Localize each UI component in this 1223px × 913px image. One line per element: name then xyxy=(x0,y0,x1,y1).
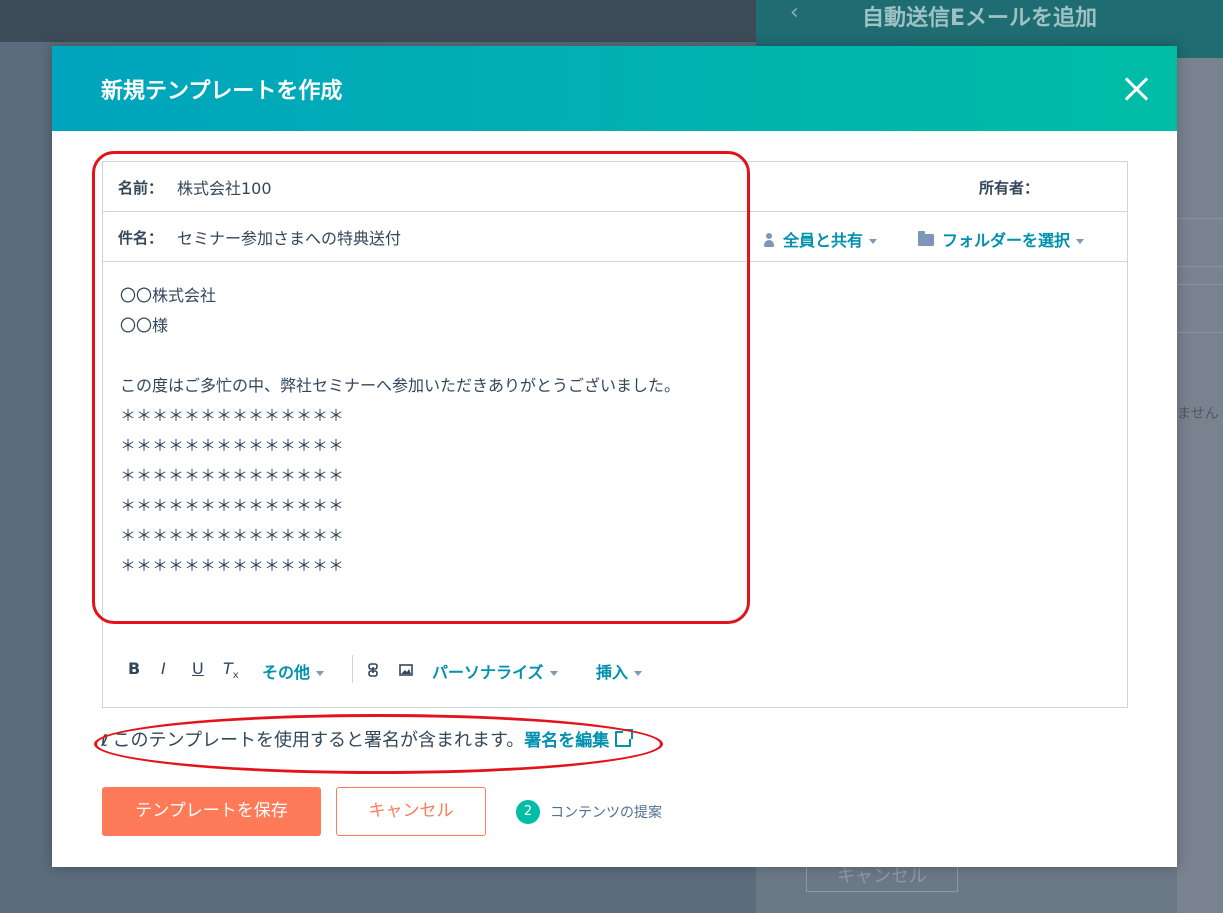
background-divider xyxy=(1177,266,1223,267)
background-text-fragment: ません xyxy=(1177,406,1219,422)
caret-down-icon xyxy=(1076,239,1085,244)
folder-label: フォルダーを選択 xyxy=(942,231,1071,250)
modal-title: 新規テンプレートを作成 xyxy=(101,79,343,104)
background-cancel-button: キャンセル xyxy=(806,867,958,892)
underline-button[interactable]: U xyxy=(192,659,204,678)
caret-down-icon xyxy=(316,671,325,676)
edit-signature-link[interactable]: 署名を編集 xyxy=(524,731,609,751)
body-line: この度はご多忙の中、弊社セミナーへ参加いただきありがとうございました。 xyxy=(120,376,681,395)
folder-icon xyxy=(918,231,934,246)
personalize-label: パーソナライズ xyxy=(432,663,544,682)
subject-input[interactable]: セミナー参加さまへの特典送付 xyxy=(177,225,401,249)
signature-notice: ℓ このテンプレートを使用すると署名が含まれます。署名を編集 xyxy=(101,726,634,752)
more-label: その他 xyxy=(262,663,311,682)
insert-dropdown[interactable]: 挿入 xyxy=(596,659,643,683)
insert-label: 挿入 xyxy=(596,663,629,682)
modal-header: 新規テンプレートを作成 xyxy=(52,46,1177,131)
background-side-strip xyxy=(1177,58,1223,913)
share-label: 全員と共有 xyxy=(783,231,864,250)
name-input[interactable]: 株式会社100 xyxy=(177,175,272,199)
background-topbar xyxy=(0,0,756,42)
toolbar-divider xyxy=(352,655,353,683)
background-divider xyxy=(1177,284,1223,285)
name-label: 名前： xyxy=(118,179,164,197)
background-divider xyxy=(1177,218,1223,219)
body-line: 〇〇様 xyxy=(120,316,169,335)
create-template-modal: 新規テンプレートを作成 名前： 株式会社100 所有者： 件名： セミナー参加さ… xyxy=(52,46,1177,867)
chevron-left-icon: ‹ xyxy=(790,0,799,25)
personalize-dropdown[interactable]: パーソナライズ xyxy=(432,659,558,683)
clear-format-button[interactable]: Tx xyxy=(223,659,239,681)
signature-icon: ℓ xyxy=(101,731,109,750)
share-dropdown[interactable]: 全員と共有 xyxy=(763,227,878,251)
body-line: ＊＊＊＊＊＊＊＊＊＊＊＊＊＊ xyxy=(120,406,345,425)
content-suggestion-label[interactable]: コンテンツの提案 xyxy=(550,802,662,822)
close-icon[interactable] xyxy=(1123,76,1149,102)
clear-format-sub: x xyxy=(232,670,239,682)
background-panel-title: 自動送信Eメールを追加 xyxy=(862,6,1098,31)
user-icon xyxy=(763,233,775,247)
body-line: ＊＊＊＊＊＊＊＊＊＊＊＊＊＊ xyxy=(120,556,345,575)
external-link-icon[interactable] xyxy=(615,729,634,747)
email-body-editor[interactable]: 〇〇株式会社 〇〇様 この度はご多忙の中、弊社セミナーへ参加いただきありがとうご… xyxy=(120,281,680,581)
body-line: ＊＊＊＊＊＊＊＊＊＊＊＊＊＊ xyxy=(120,496,345,515)
body-line xyxy=(120,341,680,371)
step-badge[interactable]: 2 xyxy=(516,800,540,824)
italic-button[interactable]: I xyxy=(161,659,166,678)
cancel-button[interactable]: キャンセル xyxy=(336,787,486,836)
name-row: 名前： 株式会社100 所有者： xyxy=(103,162,1127,212)
body-line: ＊＊＊＊＊＊＊＊＊＊＊＊＊＊ xyxy=(120,526,345,545)
subject-label: 件名： xyxy=(118,229,164,247)
caret-down-icon xyxy=(634,671,643,676)
owner-label: 所有者： xyxy=(979,179,1040,197)
subject-row: 件名： セミナー参加さまへの特典送付 全員と共有 フォルダーを選択 xyxy=(103,212,1127,262)
save-template-button[interactable]: テンプレートを保存 xyxy=(102,787,321,836)
rich-text-toolbar: B I U Tx その他 パーソナライズ 挿入 xyxy=(103,649,1127,695)
body-line: ＊＊＊＊＊＊＊＊＊＊＊＊＊＊ xyxy=(120,466,345,485)
background-divider xyxy=(1177,332,1223,333)
body-line: ＊＊＊＊＊＊＊＊＊＊＊＊＊＊ xyxy=(120,436,345,455)
bold-button[interactable]: B xyxy=(128,659,140,678)
caret-down-icon xyxy=(869,239,878,244)
signature-text: このテンプレートを使用すると署名が含まれます。 xyxy=(112,730,525,751)
more-dropdown[interactable]: その他 xyxy=(262,659,325,683)
folder-dropdown[interactable]: フォルダーを選択 xyxy=(918,227,1085,251)
link-icon[interactable] xyxy=(368,663,378,677)
template-editor: 名前： 株式会社100 所有者： 件名： セミナー参加さまへの特典送付 全員と共… xyxy=(102,161,1128,708)
caret-down-icon xyxy=(549,671,558,676)
body-line: 〇〇株式会社 xyxy=(120,286,217,305)
clear-format-label: T xyxy=(223,659,233,678)
image-icon[interactable] xyxy=(399,664,413,676)
